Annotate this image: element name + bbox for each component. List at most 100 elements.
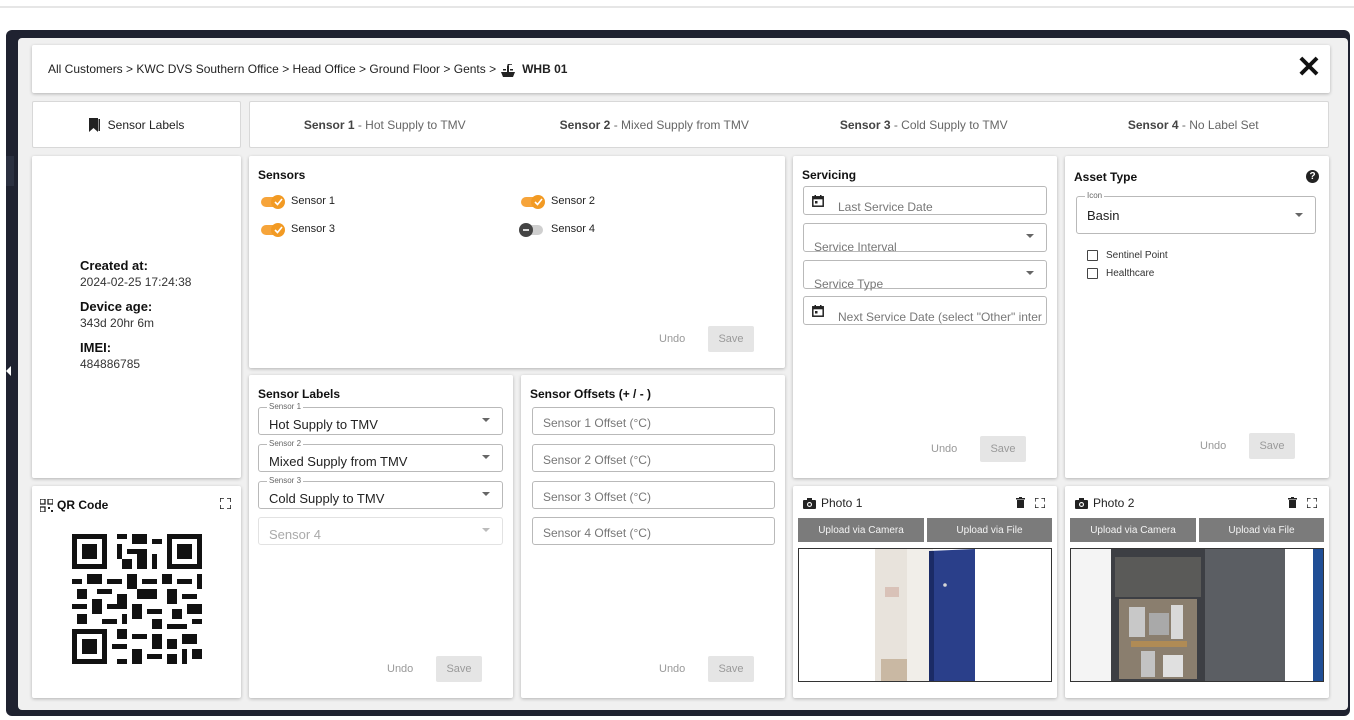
sensors-panel: Sensors Sensor 1 Sensor 2 Sensor 3 Senso… [249, 156, 785, 368]
close-button[interactable]: ✕ [1292, 51, 1326, 85]
tab-sensor-desc: - Hot Supply to TMV [354, 117, 466, 132]
check-icon [273, 198, 283, 206]
window-top-line [0, 6, 1354, 8]
tab-sensor-4[interactable]: Sensor 4 - No Label Set [1059, 118, 1329, 132]
undo-button[interactable]: Undo [659, 333, 685, 345]
imei-label: IMEI: [80, 340, 112, 355]
tab-sensor-name: Sensor 2 [559, 117, 611, 132]
qr-code-panel: QR Code [32, 486, 241, 698]
photo-2-image [1070, 548, 1324, 682]
qr-code-image [72, 534, 202, 664]
calendar-icon [812, 305, 824, 317]
breadcrumb-path[interactable]: All Customers > KWC DVS Southern Office … [48, 62, 496, 76]
checkbox-label: Healthcare [1106, 268, 1155, 279]
sensor-1-label-select[interactable]: Sensor 1 Hot Supply to TMV [258, 402, 503, 435]
toggle-switch[interactable] [259, 195, 287, 209]
sensor-tabs: Sensor 1 - Hot Supply to TMV Sensor 2 - … [249, 101, 1329, 148]
sensor-3-offset-input[interactable]: Sensor 3 Offset (°C) [532, 481, 775, 509]
checkbox-box[interactable] [1087, 268, 1098, 279]
tab-sensor-desc: - Cold Supply to TMV [890, 117, 1008, 132]
last-service-date-field[interactable]: Last Service Date [803, 186, 1047, 215]
imei-value: 484886785 [80, 357, 141, 371]
photo-1-tools [1016, 497, 1045, 508]
help-icon[interactable]: ? [1306, 170, 1319, 183]
qr-title: QR Code [57, 498, 109, 512]
toggle-switch[interactable] [519, 195, 547, 209]
sensor-4-toggle[interactable]: Sensor 4 [519, 223, 595, 237]
save-button[interactable]: Save [708, 656, 754, 682]
undo-button[interactable]: Undo [387, 663, 413, 675]
toggle-switch[interactable] [259, 223, 287, 237]
dropdown-caret-icon [482, 455, 490, 459]
qr-header: QR Code [40, 498, 108, 512]
asset-type-title: Asset Type [1074, 170, 1138, 184]
trash-icon[interactable] [1288, 497, 1297, 508]
cabinet-photo [1071, 549, 1323, 681]
upload-camera-button[interactable]: Upload via Camera [798, 518, 924, 542]
sensor-4-label-select[interactable]: Sensor 4 [258, 517, 503, 545]
upload-file-button[interactable]: Upload via File [1199, 518, 1324, 542]
photo-1-panel: Photo 1 Upload via Camera Upload via Fil… [793, 486, 1057, 698]
field-placeholder: Last Service Date [838, 200, 933, 214]
photo-2-tools [1288, 497, 1317, 508]
field-legend: Sensor 1 [267, 402, 304, 411]
upload-camera-button[interactable]: Upload via Camera [1070, 518, 1196, 542]
trash-icon[interactable] [1016, 497, 1025, 508]
tab-sensor-3[interactable]: Sensor 3 - Cold Supply to TMV [789, 118, 1059, 132]
save-button[interactable]: Save [708, 326, 754, 352]
healthcare-checkbox[interactable]: Healthcare [1087, 268, 1154, 279]
tab-sensor-2[interactable]: Sensor 2 - Mixed Supply from TMV [520, 118, 790, 132]
upload-file-button[interactable]: Upload via File [927, 518, 1052, 542]
sensor-2-offset-input[interactable]: Sensor 2 Offset (°C) [532, 444, 775, 472]
fullscreen-icon[interactable] [1307, 497, 1317, 508]
field-value: Sensor 4 [269, 527, 322, 542]
sensor-1-toggle[interactable]: Sensor 1 [259, 195, 335, 209]
fullscreen-icon[interactable] [220, 498, 231, 509]
field-value: Basin [1087, 208, 1120, 223]
sensors-title: Sensors [258, 168, 306, 182]
collapse-sidebar-icon[interactable] [6, 366, 11, 376]
sensor-2-toggle[interactable]: Sensor 2 [519, 195, 596, 209]
save-button[interactable]: Save [980, 436, 1026, 462]
field-placeholder: Sensor 4 Offset (°C) [543, 526, 651, 540]
undo-button[interactable]: Undo [1200, 440, 1226, 452]
save-button[interactable]: Save [1249, 433, 1295, 459]
sentinel-point-checkbox[interactable]: Sentinel Point [1087, 250, 1168, 261]
tab-sensor-name: Sensor 3 [839, 117, 891, 132]
basin-icon [501, 64, 516, 77]
sensor-3-label-select[interactable]: Sensor 3 Cold Supply to TMV [258, 476, 503, 509]
sensor-2-label-select[interactable]: Sensor 2 Mixed Supply from TMV [258, 439, 503, 472]
undo-button[interactable]: Undo [931, 443, 957, 455]
field-legend: Sensor 3 [267, 476, 304, 485]
next-service-date-field[interactable]: Next Service Date (select "Other" inter [803, 296, 1047, 325]
sensor-4-offset-input[interactable]: Sensor 4 Offset (°C) [532, 517, 775, 545]
tab-sensor-1[interactable]: Sensor 1 - Hot Supply to TMV [250, 118, 520, 132]
sensor-2-toggle-label: Sensor 2 [551, 195, 596, 207]
undo-button[interactable]: Undo [659, 663, 685, 675]
save-button[interactable]: Save [436, 656, 482, 682]
calendar-icon [812, 195, 824, 207]
field-legend: Icon [1085, 191, 1105, 200]
breadcrumb: All Customers > KWC DVS Southern Office … [32, 45, 1330, 93]
icon-select[interactable]: Icon Basin [1076, 191, 1316, 234]
service-type-select[interactable]: Service Type [803, 260, 1047, 291]
dropdown-caret-icon [482, 418, 490, 422]
service-interval-select[interactable]: Service Interval [803, 223, 1047, 254]
photo-1-image [798, 548, 1052, 682]
sensor-3-toggle[interactable]: Sensor 3 [259, 223, 335, 237]
toggle-switch[interactable] [519, 223, 547, 237]
door-photo [799, 549, 1051, 681]
sensor-offsets-title: Sensor Offsets (+ / - ) [530, 387, 652, 401]
checkbox-box[interactable] [1087, 250, 1098, 261]
dropdown-caret-icon [1295, 213, 1303, 217]
camera-icon [1075, 497, 1088, 509]
sensor-labels-tab[interactable]: Sensor Labels [32, 101, 241, 148]
sensor-offsets-panel: Sensor Offsets (+ / - ) Sensor 1 Offset … [521, 375, 785, 698]
camera-icon [803, 497, 816, 509]
check-icon [273, 226, 283, 234]
field-placeholder: Sensor 2 Offset (°C) [543, 453, 651, 467]
sensor-1-offset-input[interactable]: Sensor 1 Offset (°C) [532, 407, 775, 435]
fullscreen-icon[interactable] [1035, 497, 1045, 508]
photo-1-header: Photo 1 [803, 496, 862, 510]
sensor-labels-tab-label: Sensor Labels [107, 117, 185, 132]
